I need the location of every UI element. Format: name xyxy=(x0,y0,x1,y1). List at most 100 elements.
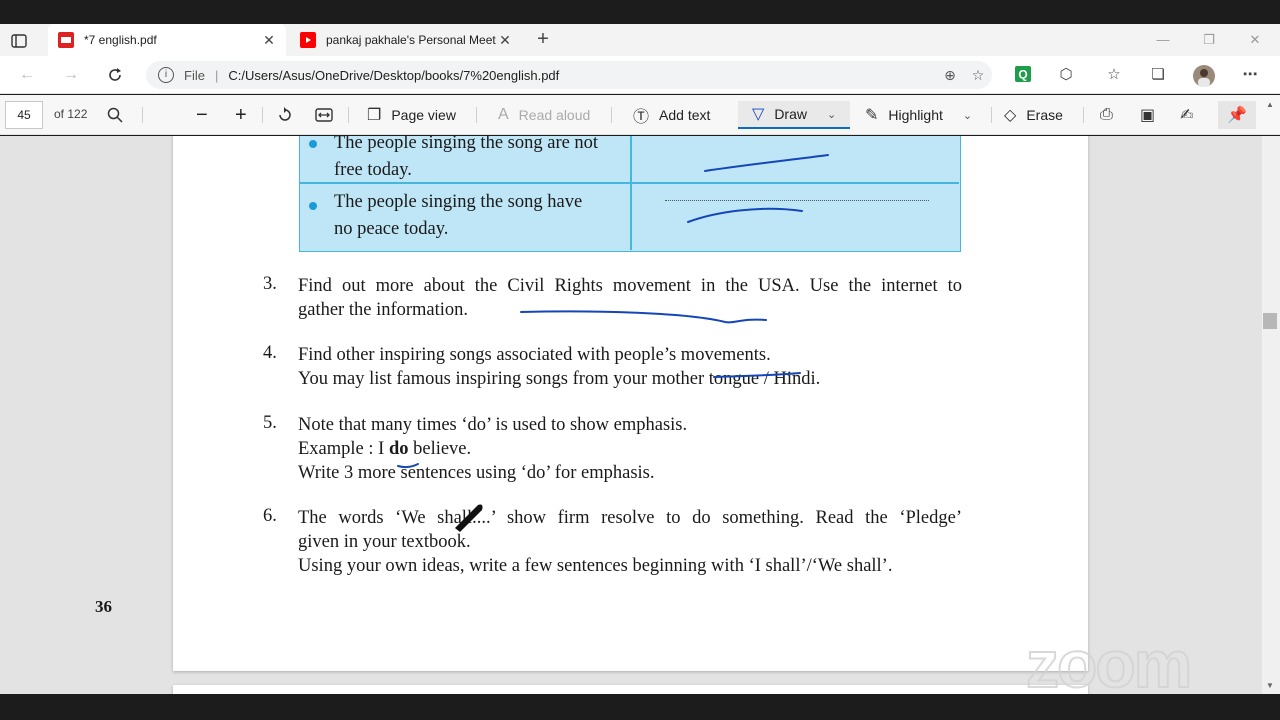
tab-actions-button[interactable] xyxy=(10,32,38,50)
read-aloud-button[interactable]: A Read aloud xyxy=(498,101,590,129)
add-text-icon: Ⓣ xyxy=(633,109,650,126)
minimize-button[interactable]: — xyxy=(1140,24,1186,56)
profile-avatar[interactable] xyxy=(1193,65,1215,87)
address-bar[interactable]: i File | C:/Users/Asus/OneDrive/Desktop/… xyxy=(146,61,992,89)
fit-width-button[interactable] xyxy=(315,101,333,129)
question-line: The words ‘We shall....’ show firm resol… xyxy=(298,508,962,528)
row-line: no peace today. xyxy=(334,219,449,239)
scrollbar-thumb[interactable] xyxy=(1263,313,1277,329)
question-text: Find out more about the Civil Rights mov… xyxy=(298,274,962,322)
example-rest: believe. xyxy=(413,439,472,459)
vertical-scrollbar[interactable] xyxy=(1262,136,1280,694)
highlighter-icon: ✎ xyxy=(865,107,879,124)
question-number: 4. xyxy=(263,343,277,363)
question-number: 3. xyxy=(263,274,277,294)
print-icon: ⎙ xyxy=(1100,106,1113,123)
page-view-icon: ❐ xyxy=(367,107,382,124)
chevron-down-icon[interactable]: ⌄ xyxy=(827,108,836,121)
zoom-icon[interactable]: ⊕ xyxy=(936,67,964,84)
favorites-icon[interactable]: ☆ xyxy=(1103,65,1125,85)
bullet-icon xyxy=(309,140,317,148)
scroll-down-icon[interactable]: ▼ xyxy=(1266,681,1274,690)
tab-title: pankaj pakhale's Personal Meetin xyxy=(326,33,496,47)
question-text: Find other inspiring songs associated wi… xyxy=(298,343,962,391)
back-button[interactable]: ← xyxy=(14,63,40,87)
pdf-toolbar: 45 of 122 − + ❐ Page view A Read aloud Ⓣ… xyxy=(0,95,1280,135)
pdf-icon xyxy=(58,32,74,48)
question-line: Using your own ideas, write a few senten… xyxy=(298,556,893,576)
read-aloud-label: Read aloud xyxy=(518,107,591,123)
tab-pdf[interactable]: *7 english.pdf ✕ xyxy=(48,24,286,56)
tab-title: *7 english.pdf xyxy=(84,33,157,47)
question-text: Note that many times ‘do’ is used to sho… xyxy=(298,413,962,485)
page-footer-number: 36 xyxy=(95,597,112,616)
print-button[interactable]: ⎙ xyxy=(1100,101,1123,129)
window-frame-top xyxy=(0,0,1280,24)
search-button[interactable] xyxy=(107,101,123,129)
new-tab-button[interactable]: + xyxy=(532,28,554,52)
more-menu-icon[interactable]: ⋯ xyxy=(1239,65,1261,85)
chevron-down-icon[interactable]: ⌄ xyxy=(963,109,972,122)
answer-blank-line xyxy=(665,200,929,201)
draw-button[interactable]: ▽ Draw ⌄ xyxy=(738,101,850,129)
forward-button[interactable]: → xyxy=(58,63,84,87)
save-as-button[interactable]: ✍ xyxy=(1180,101,1203,129)
save-icon: ▣ xyxy=(1140,107,1156,124)
info-icon[interactable]: i xyxy=(158,67,174,83)
question-line: Write 3 more sentences using ‘do’ for em… xyxy=(298,463,655,483)
restore-button[interactable]: ❐ xyxy=(1186,24,1232,56)
save-as-icon: ✍ xyxy=(1180,107,1194,124)
erase-label: Erase xyxy=(1026,107,1063,123)
page-number-input[interactable]: 45 xyxy=(5,101,43,129)
question-line: given in your textbook. xyxy=(298,532,471,552)
extensions-puzzle-icon[interactable]: ⬡ xyxy=(1055,65,1077,85)
youtube-icon xyxy=(300,32,316,48)
zoom-in-button[interactable]: + xyxy=(235,101,247,129)
url-path: C:/Users/Asus/OneDrive/Desktop/books/7%2… xyxy=(228,67,560,83)
zoom-watermark: zoom xyxy=(1025,626,1193,702)
draw-label: Draw xyxy=(774,106,807,122)
save-button[interactable]: ▣ xyxy=(1140,101,1165,129)
highlight-button[interactable]: ✎ Highlight ⌄ xyxy=(865,101,972,129)
tab-youtube[interactable]: pankaj pakhale's Personal Meetin ✕ xyxy=(290,24,522,56)
favorite-star-icon[interactable]: ☆ xyxy=(964,67,992,84)
toolbar-divider xyxy=(1083,107,1084,123)
url-scheme: File xyxy=(184,67,205,83)
erase-button[interactable]: ◇ Erase xyxy=(1004,101,1063,129)
close-tab-icon[interactable]: ✕ xyxy=(260,32,278,49)
add-text-button[interactable]: Ⓣ Add text xyxy=(633,101,710,129)
address-bar-row: ← → i File | C:/Users/Asus/OneDrive/Desk… xyxy=(0,56,1280,94)
collections-icon[interactable]: ❏ xyxy=(1147,65,1169,85)
row-line: The people singing the song have xyxy=(334,192,583,212)
toolbar-divider xyxy=(476,107,477,123)
scroll-up-icon[interactable]: ▲ xyxy=(1266,100,1274,109)
pin-toolbar-button[interactable]: 📌 xyxy=(1218,101,1256,129)
page-view-button[interactable]: ❐ Page view xyxy=(367,101,456,129)
search-icon xyxy=(107,107,123,123)
extension-q-icon[interactable]: Q xyxy=(1012,65,1034,85)
close-window-button[interactable]: ✕ xyxy=(1232,24,1278,56)
question-line: gather the information. xyxy=(298,300,469,320)
row-line: free today. xyxy=(334,160,412,180)
bullet-icon xyxy=(309,202,317,210)
toolbar-divider xyxy=(611,107,612,123)
answer-table: The people singing the song are not free… xyxy=(299,136,961,252)
fit-width-icon xyxy=(315,108,333,122)
pdf-viewer[interactable]: The people singing the song are not free… xyxy=(0,136,1262,694)
question-number: 6. xyxy=(263,506,277,526)
toolbar-divider xyxy=(262,107,263,123)
question-text: The words ‘We shall....’ show firm resol… xyxy=(298,506,962,578)
page-total: of 122 xyxy=(54,107,88,121)
zoom-out-button[interactable]: − xyxy=(196,101,208,129)
read-aloud-icon: A xyxy=(498,106,509,123)
refresh-button[interactable] xyxy=(102,63,128,87)
rotate-button[interactable] xyxy=(276,101,294,129)
question-number: 5. xyxy=(263,413,277,433)
example-label: Example : I xyxy=(298,439,385,459)
toolbar-divider xyxy=(348,107,349,123)
draw-pen-icon: ▽ xyxy=(752,106,765,123)
close-tab-icon[interactable]: ✕ xyxy=(496,32,514,49)
table-cell: The people singing the song have no peac… xyxy=(334,189,626,243)
toolbar-divider xyxy=(991,107,992,123)
tab-bar: *7 english.pdf ✕ pankaj pakhale's Person… xyxy=(0,24,1280,56)
